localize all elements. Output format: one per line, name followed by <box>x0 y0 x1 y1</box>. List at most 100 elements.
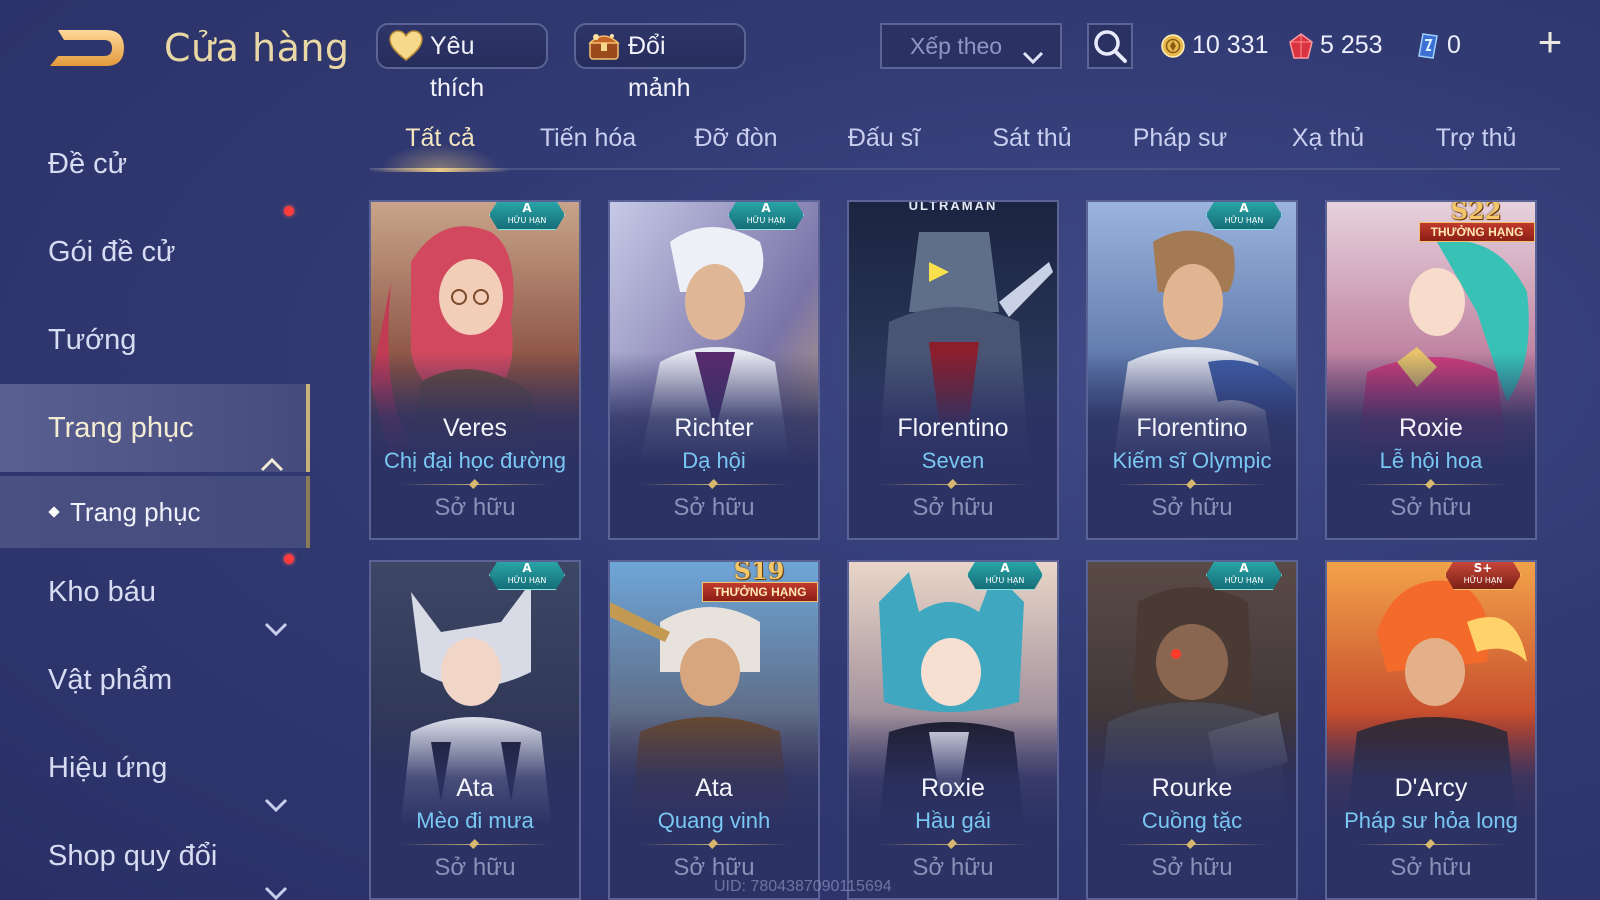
sidebar-item-exchange-shop[interactable]: Shop quy đổi <box>0 812 310 900</box>
ruby-amount: 5 253 <box>1320 31 1383 59</box>
shard-exchange-button[interactable]: Đổi mảnh <box>574 23 746 102</box>
chevron-down-icon <box>264 584 288 637</box>
sidebar-item-label: Shop quy đổi <box>48 840 218 872</box>
notification-dot <box>284 206 294 216</box>
ornament-divider <box>1357 484 1505 485</box>
owned-status: Sở hữu <box>434 854 516 881</box>
sort-label: Xếp theo <box>910 33 1003 59</box>
sidebar-item-label: Kho báu <box>48 576 157 608</box>
owned-status: Sở hữu <box>673 494 755 521</box>
chevron-up-icon <box>260 420 284 472</box>
tab-mage[interactable]: Pháp sư <box>1110 116 1250 170</box>
ornament-divider <box>879 484 1027 485</box>
sidebar-subitem-skins[interactable]: Trang phục <box>0 476 310 548</box>
ornament-divider <box>640 484 788 485</box>
tab-evolution[interactable]: Tiến hóa <box>518 116 658 170</box>
sidebar-item-treasure[interactable]: Kho báu <box>0 548 310 637</box>
ornament-divider <box>401 484 549 485</box>
skin-name: Dạ hội <box>682 448 746 473</box>
crystal-amount: 0 <box>1447 31 1461 59</box>
skin-card[interactable]: A HỮU HẠN Ata Mèo đi mưa Sở hữu <box>369 560 581 900</box>
owned-status: Sở hữu <box>1151 854 1233 881</box>
sidebar-item-label: Tướng <box>48 324 137 356</box>
tab-support[interactable]: Trợ thủ <box>1406 116 1546 170</box>
sidebar-item-label: Hiệu ứng <box>48 752 168 784</box>
search-button[interactable] <box>1087 23 1133 69</box>
sort-dropdown[interactable]: Xếp theo <box>880 23 1062 69</box>
skin-card[interactable]: A HỮU HẠN Rourke Cuồng tặc Sở hữu <box>1086 560 1298 900</box>
sidebar-item-skins[interactable]: Trang phục <box>0 384 310 472</box>
ruby-icon <box>1288 32 1314 60</box>
shard-exchange-label: Đổi mảnh <box>628 32 691 102</box>
category-sidebar: Đề cử Gói đề cử Tướng Trang phục Trang p… <box>0 120 314 900</box>
hero-name: Roxie <box>921 774 985 802</box>
skin-name: Kiếm sĩ Olympic <box>1112 448 1272 473</box>
limited-badge: A HỮU HẠN <box>489 202 565 230</box>
skin-card[interactable]: S19 THƯỞNG HẠNG Ata Quang vinh Sở hữu <box>608 560 820 900</box>
sidebar-item-items[interactable]: Vật phẩm <box>0 636 310 724</box>
skin-card[interactable]: S+ HỮU HẠN D'Arcy Pháp sư hỏa long Sở hữ… <box>1325 560 1537 900</box>
hero-name: Ata <box>695 774 733 802</box>
favorite-label: Yêu thích <box>430 32 485 102</box>
ornament-divider <box>401 844 549 845</box>
back-arrow-icon[interactable] <box>44 22 130 74</box>
notification-dot <box>284 554 294 564</box>
limited-badge: A HỮU HẠN <box>728 202 804 230</box>
tab-all[interactable]: Tất cả <box>370 116 510 172</box>
limited-badge: S+ HỮU HẠN <box>1445 562 1521 590</box>
role-tabs: Tất cả Tiến hóa Đỡ đòn Đấu sĩ Sát thủ Ph… <box>370 116 1560 172</box>
tab-fighter[interactable]: Đấu sĩ <box>814 116 954 170</box>
skin-grid: A HỮU HẠN Veres Chị đại học đường Sở hữu… <box>369 200 1559 900</box>
favorite-button[interactable]: Yêu thích <box>376 23 548 102</box>
sidebar-item-label: Trang phục <box>48 412 194 444</box>
skin-card[interactable]: A HỮU HẠN Roxie Hầu gái Sở hữu <box>847 560 1059 900</box>
skin-card[interactable]: A HỮU HẠN Richter Dạ hội Sở hữu <box>608 200 820 540</box>
bullet-diamond-icon <box>48 506 60 518</box>
gold-amount: 10 331 <box>1192 31 1269 59</box>
skin-name: Mèo đi mưa <box>416 808 534 833</box>
hero-name: Veres <box>443 414 507 442</box>
sidebar-item-effects[interactable]: Hiệu ứng <box>0 724 310 813</box>
owned-status: Sở hữu <box>1390 854 1472 881</box>
tab-marksman[interactable]: Xạ thủ <box>1258 116 1398 170</box>
ornament-divider <box>640 844 788 845</box>
user-id-watermark: UID: 7804387090115694 <box>714 878 892 895</box>
skin-name: Lễ hội hoa <box>1379 448 1483 473</box>
crystal-currency: 0 <box>1415 25 1461 65</box>
sidebar-item-recommended[interactable]: Đề cử <box>0 120 310 208</box>
sidebar-item-heroes[interactable]: Tướng <box>0 296 310 384</box>
sidebar-item-recommended-bundles[interactable]: Gói đề cử <box>0 206 310 296</box>
chevron-down-icon <box>1022 37 1044 65</box>
owned-status: Sở hữu <box>1151 494 1233 521</box>
ornament-divider <box>1118 844 1266 845</box>
skin-card[interactable]: S22 THƯỞNG HẠNG Roxie Lễ hội hoa Sở hữu <box>1325 200 1537 540</box>
ornament-divider <box>1357 844 1505 845</box>
limited-badge: A HỮU HẠN <box>1206 202 1282 230</box>
ornament-divider <box>879 844 1027 845</box>
chevron-down-icon <box>264 760 288 813</box>
skin-card[interactable]: ULTRAMAN Florentino Seven Sở hữu <box>847 200 1059 540</box>
skin-name: Hầu gái <box>915 808 991 833</box>
hero-name: Rourke <box>1151 774 1233 802</box>
sidebar-item-label: Gói đề cử <box>48 236 176 268</box>
chevron-down-icon <box>264 848 288 900</box>
tab-tank[interactable]: Đỡ đòn <box>666 116 806 170</box>
skin-name: Pháp sư hỏa long <box>1344 808 1518 833</box>
skin-name: Quang vinh <box>657 808 771 833</box>
hero-name: Ata <box>456 774 494 802</box>
ranked-reward-badge: S22 THƯỞNG HẠNG <box>1417 202 1535 242</box>
hero-name: Richter <box>674 414 754 442</box>
ruby-currency: 5 253 <box>1288 25 1383 65</box>
sidebar-item-label: Đề cử <box>48 148 128 180</box>
limited-badge: A HỮU HẠN <box>1206 562 1282 590</box>
add-currency-button[interactable]: + <box>1530 21 1570 64</box>
tab-assassin[interactable]: Sát thủ <box>962 116 1102 170</box>
skin-card[interactable]: A HỮU HẠN Florentino Kiếm sĩ Olympic Sở … <box>1086 200 1298 540</box>
crystal-icon <box>1415 32 1441 60</box>
skin-card[interactable]: A HỮU HẠN Veres Chị đại học đường Sở hữu <box>369 200 581 540</box>
heart-icon <box>388 29 424 63</box>
sidebar-subitem-label: Trang phục <box>70 497 201 527</box>
ornament-divider <box>1118 484 1266 485</box>
gold-currency: 10 331 <box>1160 25 1268 65</box>
limited-badge: A HỮU HẠN <box>967 562 1043 590</box>
